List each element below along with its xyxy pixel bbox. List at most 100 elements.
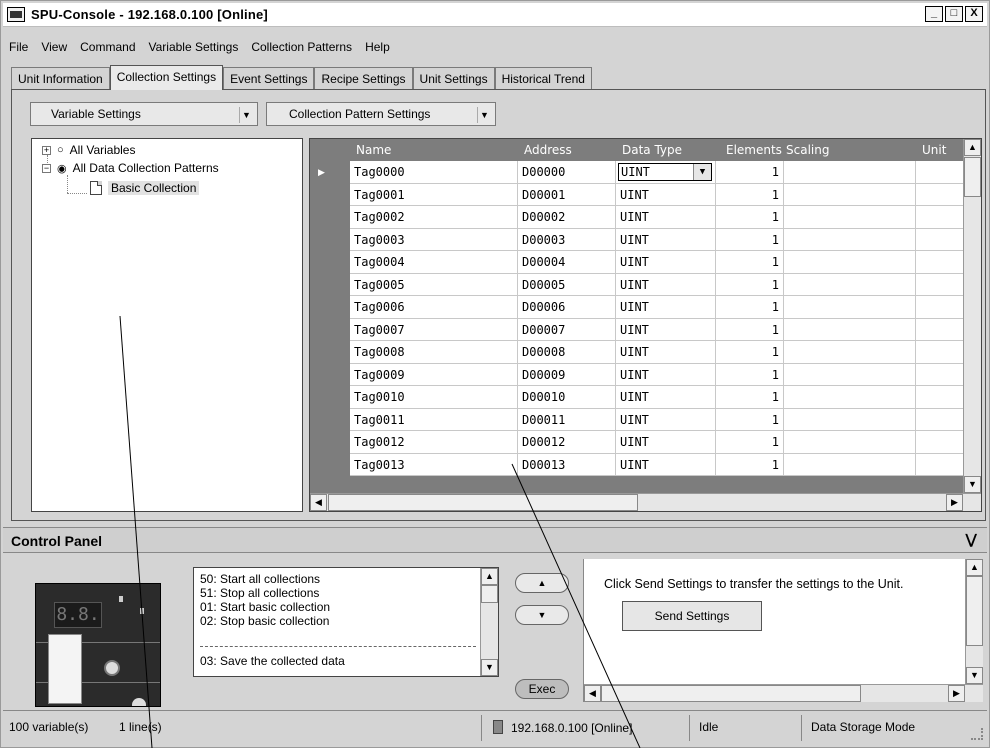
scroll-thumb[interactable] xyxy=(481,585,498,603)
table-row[interactable]: Tag0008 D00008 UINT 1 xyxy=(350,341,965,364)
cell-name[interactable]: Tag0012 xyxy=(350,431,518,453)
cell-scaling[interactable] xyxy=(784,341,916,363)
scroll-up-icon[interactable]: ▲ xyxy=(481,568,498,585)
cell-name[interactable]: Tag0000 xyxy=(350,161,518,183)
command-list-scrollbar[interactable]: ▲ ▼ xyxy=(480,568,498,676)
tree-item-all-patterns[interactable]: − ◉ All Data Collection Patterns xyxy=(42,161,219,175)
cell-unit[interactable] xyxy=(916,453,965,476)
table-row[interactable]: Tag0001 D00001 UINT 1 xyxy=(350,183,965,206)
cell-elements[interactable]: 1 xyxy=(716,341,784,363)
scroll-left-icon[interactable]: ◀ xyxy=(310,494,327,511)
scroll-up-icon[interactable]: ▲ xyxy=(964,139,981,156)
tree-item-basic-collection[interactable]: Basic Collection xyxy=(90,181,200,195)
cell-address[interactable]: D00000 xyxy=(518,161,616,183)
tab-collection-settings[interactable]: Collection Settings xyxy=(109,65,224,90)
cell-address[interactable]: D00011 xyxy=(518,408,616,431)
cell-elements[interactable]: 1 xyxy=(716,206,784,228)
scroll-down-icon[interactable]: ▼ xyxy=(481,659,498,676)
send-panel-horizontal-scrollbar[interactable]: ◀ ▶ xyxy=(584,684,983,702)
cell-unit[interactable] xyxy=(916,251,965,273)
cell-unit[interactable] xyxy=(916,161,965,183)
cell-scaling[interactable] xyxy=(784,318,916,341)
cell-data-type[interactable]: UINT xyxy=(616,386,716,408)
cell-unit[interactable] xyxy=(916,408,965,431)
cell-unit[interactable] xyxy=(916,206,965,228)
table-row[interactable]: Tag0004 D00004 UINT 1 xyxy=(350,251,965,274)
cell-unit[interactable] xyxy=(916,318,965,341)
maximize-button[interactable]: □ xyxy=(945,6,963,22)
menu-help[interactable]: Help xyxy=(365,40,390,54)
cell-unit[interactable] xyxy=(916,341,965,363)
move-up-button[interactable]: ▲ xyxy=(515,573,569,593)
cell-data-type[interactable]: UINT xyxy=(616,251,716,273)
cell-name[interactable]: Tag0013 xyxy=(350,453,518,476)
cell-elements[interactable]: 1 xyxy=(716,386,784,408)
scroll-up-icon[interactable]: ▲ xyxy=(966,559,983,576)
cell-scaling[interactable] xyxy=(784,431,916,453)
command-list[interactable]: 50: Start all collections 51: Stop all c… xyxy=(193,567,499,677)
data-type-select[interactable]: UINT ▼ xyxy=(618,163,712,181)
cell-address[interactable]: D00006 xyxy=(518,296,616,318)
cell-address[interactable]: D00012 xyxy=(518,431,616,453)
scroll-thumb[interactable] xyxy=(601,685,861,702)
table-row[interactable]: Tag0003 D00003 UINT 1 xyxy=(350,228,965,251)
scroll-thumb[interactable] xyxy=(328,494,638,511)
cell-name[interactable]: Tag0003 xyxy=(350,228,518,251)
cell-unit[interactable] xyxy=(916,296,965,318)
tab-unit-information[interactable]: Unit Information xyxy=(11,67,110,89)
cell-name[interactable]: Tag0008 xyxy=(350,341,518,363)
column-header-data-type[interactable]: Data Type xyxy=(622,143,682,157)
cell-unit[interactable] xyxy=(916,431,965,453)
cell-data-type[interactable]: UINT xyxy=(616,363,716,386)
tree-item-all-variables[interactable]: + ○ All Variables xyxy=(42,143,135,157)
cell-scaling[interactable] xyxy=(784,161,916,183)
cell-scaling[interactable] xyxy=(784,228,916,251)
cell-elements[interactable]: 1 xyxy=(716,453,784,476)
scroll-down-icon[interactable]: ▼ xyxy=(966,667,983,684)
move-down-button[interactable]: ▼ xyxy=(515,605,569,625)
cell-scaling[interactable] xyxy=(784,206,916,228)
cell-address[interactable]: D00013 xyxy=(518,453,616,476)
cell-elements[interactable]: 1 xyxy=(716,363,784,386)
cell-elements[interactable]: 1 xyxy=(716,273,784,296)
send-panel-vertical-scrollbar[interactable]: ▲ ▼ xyxy=(965,559,983,684)
column-header-unit[interactable]: Unit xyxy=(922,143,946,157)
command-item[interactable]: 01: Start basic collection xyxy=(200,600,330,614)
tab-recipe-settings[interactable]: Recipe Settings xyxy=(314,67,413,89)
cell-address[interactable]: D00005 xyxy=(518,273,616,296)
cell-data-type[interactable]: UINT xyxy=(616,453,716,476)
cell-name[interactable]: Tag0009 xyxy=(350,363,518,386)
cell-address[interactable]: D00002 xyxy=(518,206,616,228)
table-row[interactable]: Tag0011 D00011 UINT 1 xyxy=(350,408,965,431)
menu-command[interactable]: Command xyxy=(80,40,135,54)
minimize-button[interactable]: _ xyxy=(925,6,943,22)
resize-grip-icon[interactable] xyxy=(971,728,983,740)
table-row[interactable]: Tag0012 D00012 UINT 1 xyxy=(350,431,965,454)
tab-historical-trend[interactable]: Historical Trend xyxy=(494,67,592,89)
cell-address[interactable]: D00001 xyxy=(518,183,616,206)
cell-elements[interactable]: 1 xyxy=(716,228,784,251)
table-row[interactable]: Tag0009 D00009 UINT 1 xyxy=(350,363,965,386)
cell-address[interactable]: D00007 xyxy=(518,318,616,341)
cell-elements[interactable]: 1 xyxy=(716,251,784,273)
cell-name[interactable]: Tag0010 xyxy=(350,386,518,408)
cell-data-type[interactable]: UINT xyxy=(616,296,716,318)
cell-name[interactable]: Tag0007 xyxy=(350,318,518,341)
cell-data-type[interactable]: UINT xyxy=(616,228,716,251)
cell-scaling[interactable] xyxy=(784,386,916,408)
menu-file[interactable]: File xyxy=(9,40,28,54)
table-row[interactable]: Tag0005 D00005 UINT 1 xyxy=(350,273,965,296)
chevron-down-icon[interactable]: ▼ xyxy=(693,164,711,180)
cell-data-type[interactable]: UINT xyxy=(616,273,716,296)
grid-vertical-scrollbar[interactable]: ▲ ▼ xyxy=(963,139,981,493)
cell-unit[interactable] xyxy=(916,386,965,408)
cell-elements[interactable]: 1 xyxy=(716,296,784,318)
cell-name[interactable]: Tag0002 xyxy=(350,206,518,228)
table-row[interactable]: Tag0013 D00013 UINT 1 xyxy=(350,453,965,476)
cell-scaling[interactable] xyxy=(784,273,916,296)
expand-icon[interactable]: + xyxy=(42,145,51,155)
cell-scaling[interactable] xyxy=(784,363,916,386)
cell-unit[interactable] xyxy=(916,363,965,386)
scroll-thumb[interactable] xyxy=(964,157,981,197)
cell-address[interactable]: D00008 xyxy=(518,341,616,363)
